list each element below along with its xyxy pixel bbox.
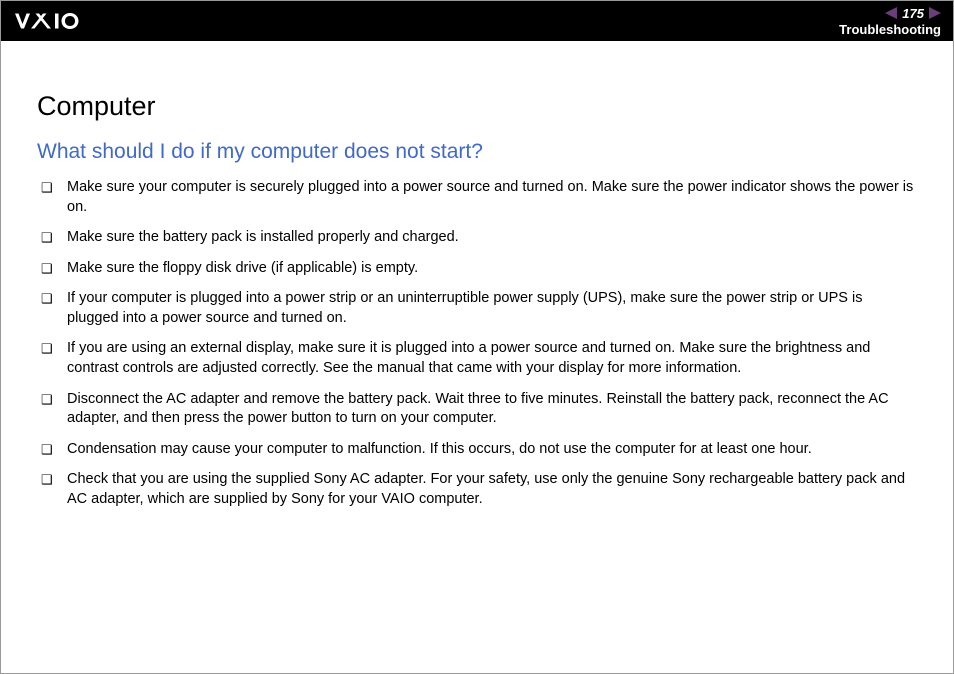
list-item: Condensation may cause your computer to … bbox=[37, 440, 917, 460]
list-item: Disconnect the AC adapter and remove the… bbox=[37, 390, 917, 429]
list-item: If you are using an external display, ma… bbox=[37, 339, 917, 378]
prev-page-arrow-icon[interactable] bbox=[885, 7, 897, 19]
troubleshooting-list: Make sure your computer is securely plug… bbox=[37, 178, 917, 509]
subsection-title: What should I do if my computer does not… bbox=[37, 140, 917, 164]
section-name: Troubleshooting bbox=[839, 22, 941, 37]
page-number: 175 bbox=[899, 6, 927, 21]
page-content: Computer What should I do if my computer… bbox=[1, 41, 953, 540]
next-page-arrow-icon[interactable] bbox=[929, 7, 941, 19]
section-title: Computer bbox=[37, 91, 917, 122]
list-item: Make sure the floppy disk drive (if appl… bbox=[37, 259, 917, 279]
header-bar: 175 Troubleshooting bbox=[1, 1, 953, 41]
page-navigation: 175 bbox=[885, 6, 941, 21]
list-item: Check that you are using the supplied So… bbox=[37, 470, 917, 509]
list-item: Make sure your computer is securely plug… bbox=[37, 178, 917, 217]
header-right: 175 Troubleshooting bbox=[839, 6, 941, 37]
list-item: If your computer is plugged into a power… bbox=[37, 289, 917, 328]
list-item: Make sure the battery pack is installed … bbox=[37, 228, 917, 248]
vaio-logo bbox=[15, 1, 115, 41]
